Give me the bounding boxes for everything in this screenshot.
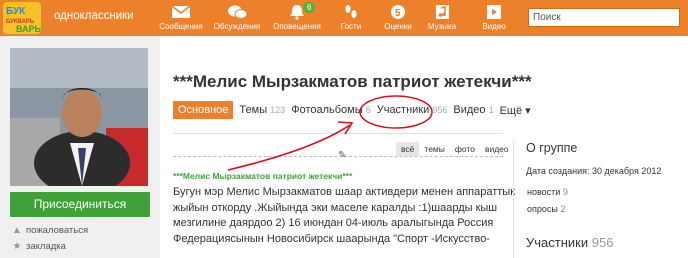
tab-photo-albums[interactable]: Фотоальбомы 6 [291, 104, 371, 116]
tab-label: Ещё ▾ [499, 104, 531, 117]
envelope-icon [171, 5, 191, 18]
nav-notifications[interactable]: 6 Оповещения [271, 2, 323, 31]
nav-guests[interactable]: Гости [325, 3, 377, 31]
post-body[interactable]: Бугун мэр Мелис Мырзакматов шаар активде… [173, 185, 516, 247]
left-sidebar: Присоединиться ▲ пожаловаться ★ закладка [0, 36, 160, 258]
nav-label: Оповещения [273, 22, 321, 31]
nav-music[interactable]: Музыка [416, 3, 468, 31]
about-heading: О группе [526, 141, 578, 155]
nav-messages[interactable]: Сообщения [155, 3, 207, 31]
members-heading-count: 956 [591, 235, 614, 250]
tab-label: Видео [453, 104, 486, 116]
polls-link-label: опросы [527, 204, 558, 214]
nav-discussions[interactable]: Обсуждения [211, 3, 263, 31]
avatar-photo [10, 48, 148, 186]
report-link[interactable]: ▲ пожаловаться [12, 225, 88, 236]
filter-all[interactable]: всё [396, 142, 420, 156]
post-title[interactable]: ***Мелис Мырзакматов патриот жетекчи*** [173, 171, 352, 181]
filter-photo[interactable]: фото [450, 142, 480, 156]
tab-topics[interactable]: Темы 123 [239, 104, 285, 116]
video-icon [487, 5, 501, 19]
join-group-button[interactable]: Присоединиться [10, 192, 150, 217]
nav-label: Сообщения [159, 22, 203, 31]
tab-label: Фотоальбомы [291, 104, 363, 116]
group-tabs: Основное Темы 123 Фотоальбомы 6 Участник… [173, 101, 537, 119]
creation-date: Дата создания: 30 декабря 2012 [526, 166, 662, 176]
post-line: Бугун мэр Мелис Мырзакматов шаар активде… [173, 186, 516, 198]
post-line: жыйын откорду .Жыйында эки маселе каралд… [173, 201, 498, 214]
members-heading-label: Участники [526, 235, 589, 250]
polls-link[interactable]: опросы 2 [527, 204, 565, 214]
news-link[interactable]: новости 9 [527, 187, 568, 197]
notifications-badge: 6 [303, 2, 316, 13]
column-separator [513, 140, 514, 258]
bukvar-logo[interactable]: БУК БУКВАРЬ ВАРЬ [2, 1, 42, 35]
report-link-label: пожаловаться [26, 225, 89, 236]
nav-video[interactable]: Видео [468, 3, 520, 31]
tab-count: 123 [270, 105, 286, 115]
ratings-icon: 5 [391, 5, 405, 19]
nav-label: Обсуждения [213, 22, 261, 31]
post-line: мезгилине даярдоо 2) 16 июндан 04-июль а… [173, 217, 494, 229]
tab-more[interactable]: Ещё ▾ [500, 104, 531, 117]
tab-count: 6 [365, 105, 371, 115]
tab-label: Темы [239, 104, 268, 116]
tab-count: 1 [488, 105, 494, 115]
bookmark-icon: ★ [12, 241, 22, 252]
pin-icon[interactable]: ✎ [338, 150, 346, 161]
post-line: Федерациясынын Новосибирск шаарында "Спо… [173, 232, 490, 245]
logo-text-top: БУК [6, 6, 26, 17]
top-navigation-bar: БУК БУКВАРЬ ВАРЬ одноклассники Сообщения… [0, 0, 688, 36]
nav-label: Музыка [427, 22, 457, 31]
annotation-arrow-line [227, 124, 351, 171]
svg-text:5: 5 [395, 8, 401, 19]
group-title: ***Мелис Мырзакматов патриот жетекчи*** [173, 72, 532, 91]
nav-label: Гости [340, 22, 362, 31]
footprints-icon [345, 5, 357, 18]
warning-icon: ▲ [12, 225, 22, 236]
feed-filters: всё темы фото видео [396, 142, 514, 156]
nav-label: Оценки [384, 22, 412, 31]
site-brand[interactable]: одноклассники [54, 10, 134, 22]
tab-count: 956 [432, 105, 448, 115]
tab-label: Участники [376, 104, 430, 116]
news-link-label: новости [527, 187, 561, 197]
music-note-icon [436, 5, 449, 19]
search-input[interactable] [528, 8, 680, 27]
tab-main[interactable]: Основное [173, 101, 234, 119]
nav-label: Видео [482, 22, 506, 31]
tab-members[interactable]: Участники 956 [377, 104, 448, 116]
logo-text-bottom: ВАРЬ [16, 24, 42, 34]
news-count: 9 [562, 187, 568, 197]
polls-count: 2 [560, 204, 566, 214]
filter-topics[interactable]: темы [419, 142, 449, 156]
members-heading[interactable]: Участники 956 [526, 235, 613, 250]
tab-label: Основное [178, 104, 229, 116]
filter-video[interactable]: видео [480, 142, 514, 156]
chat-bubbles-icon [228, 5, 248, 19]
tab-video[interactable]: Видео 1 [453, 104, 493, 116]
bookmark-link-label: закладка [26, 241, 66, 252]
bookmark-link[interactable]: ★ закладка [12, 241, 66, 252]
header-divider [173, 133, 503, 134]
group-avatar[interactable] [10, 48, 148, 186]
